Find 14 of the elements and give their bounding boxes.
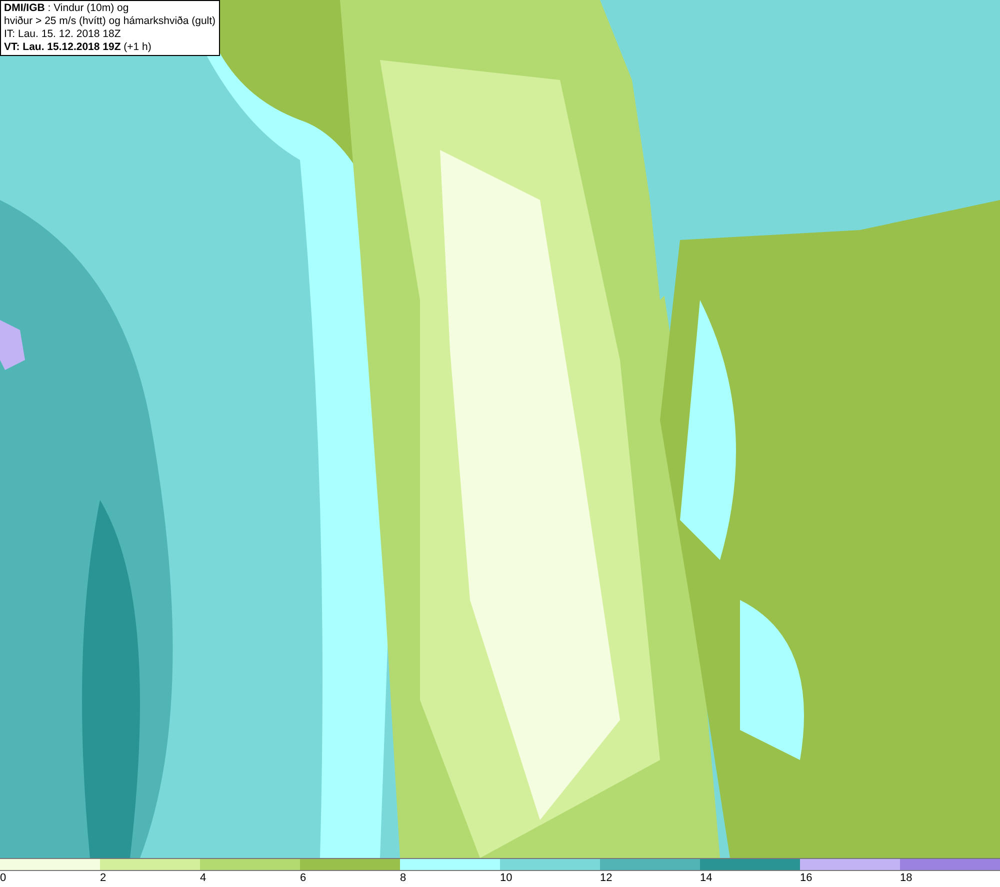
title-line: hviður > 25 m/s (hvítt) og hámarkshviða (gult): [4, 15, 216, 28]
title-line: DMI/IGB : Vindur (10m) og: [4, 2, 130, 15]
legend-label: 4: [200, 871, 206, 886]
legend-label: 18: [900, 871, 912, 886]
legend-label: 10: [500, 871, 512, 886]
title-line: IT: Lau. 15. 12. 2018 18Z: [4, 28, 122, 41]
legend-label: 16: [800, 871, 812, 886]
legend-label: 14: [700, 871, 712, 886]
legend-label: 6: [300, 871, 306, 886]
legend-label: 12: [600, 871, 612, 886]
legend-label: 8: [400, 871, 406, 886]
legend-label: 2: [100, 871, 106, 886]
title-line: VT: Lau. 15.12.2018 19Z (+1 h): [4, 41, 152, 54]
legend-label: 0: [0, 871, 6, 886]
